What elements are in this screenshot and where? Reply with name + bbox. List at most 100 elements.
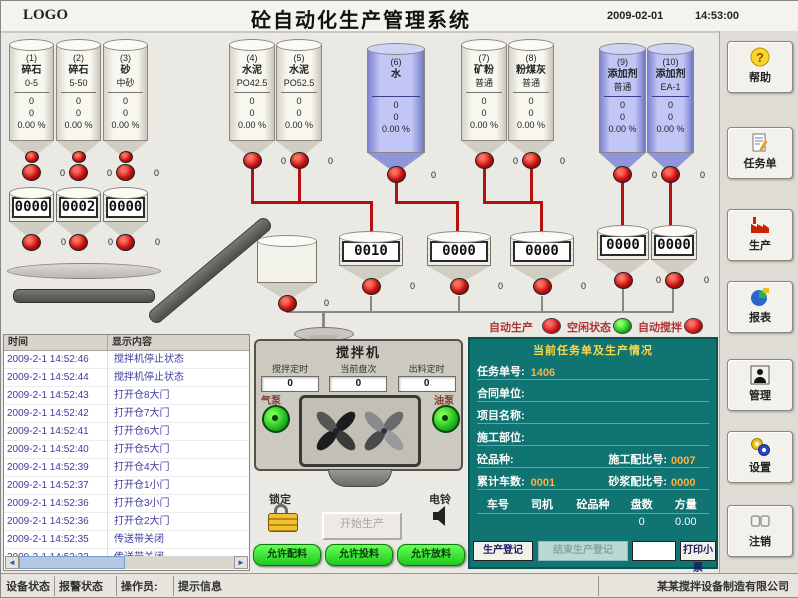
silo-value: 0 (277, 95, 321, 107)
valve-indicator (665, 272, 684, 289)
silo-material: 水 (368, 68, 424, 81)
valve-indicator (362, 278, 381, 295)
silo-3: (3) 砂 中砂 0 0 0.00 % 0 (103, 39, 148, 181)
valve-count: 0 (155, 237, 160, 247)
log-row[interactable]: 2009-2-1 14:52:44搅拌机停止状态 (4, 369, 249, 387)
settings-button[interactable]: 设置 (727, 431, 793, 483)
print-ticket-button[interactable]: 打印小票 (680, 541, 716, 561)
allow-discharge-button[interactable]: 允许放料 (397, 544, 465, 566)
batch-count-value[interactable]: 0 (329, 376, 387, 392)
hopper-top (651, 225, 697, 237)
log-message: 搅拌机停止状态 (108, 351, 249, 368)
silo-percent: 0.00 % (104, 119, 147, 131)
silo-value: 0 (57, 95, 100, 107)
logout-icon (748, 509, 772, 533)
discharge-timer-value[interactable]: 0 (398, 376, 456, 392)
log-message: 打开仓3小门 (108, 495, 249, 512)
silo-top (647, 43, 694, 55)
horizontal-scrollbar[interactable]: ◄ ► (5, 556, 248, 569)
logout-button[interactable]: 注销 (727, 505, 793, 557)
silo-4: (4) 水泥 PO42.5 0 0 0.00 % 0 (229, 39, 275, 169)
log-row[interactable]: 2009-2-1 14:52:36打开仓3小门 (4, 495, 249, 513)
log-header-content: 显示内容 (108, 335, 249, 350)
left-propeller (313, 408, 358, 453)
scrollbar-thumb[interactable] (19, 556, 125, 569)
end-production-register-button[interactable]: 结束生产登记 (538, 541, 628, 561)
right-propeller (361, 408, 406, 453)
log-row[interactable]: 2009-2-1 14:52:42打开仓7大门 (4, 405, 249, 423)
silo-value: 0 (600, 99, 645, 111)
date-display: 2009-02-01 (607, 10, 663, 22)
silo-value: 0 (600, 111, 645, 123)
log-row[interactable]: 2009-2-1 14:52:40打开仓5大门 (4, 441, 249, 459)
start-production-button[interactable]: 开始生产 (322, 512, 402, 540)
log-row[interactable]: 2009-2-1 14:52:35传送带关闭 (4, 531, 249, 549)
time-display: 14:53:00 (695, 10, 739, 22)
silo-material: 碎石 (57, 64, 100, 77)
help-button[interactable]: ? 帮助 (727, 41, 793, 93)
silo-number: (8) (509, 53, 553, 64)
silo-value: 0 (104, 95, 147, 107)
pipe (530, 166, 533, 203)
valve-indicator (533, 278, 552, 295)
silo-value: 0 (648, 99, 693, 111)
log-row[interactable]: 2009-2-1 14:52:41打开仓6大门 (4, 423, 249, 441)
valve-count: 0 (328, 156, 333, 166)
scrollbar-track[interactable] (125, 556, 234, 569)
divider (598, 576, 599, 596)
hopper-top (597, 225, 649, 237)
hopper-top (510, 231, 574, 243)
silo-body: (2) 碎石 5-50 0 0 0.00 % (56, 45, 101, 141)
mix-timer-value[interactable]: 0 (261, 376, 319, 392)
log-time: 2009-2-1 14:52:36 (4, 513, 108, 530)
register-input-field[interactable] (632, 541, 676, 561)
report-button[interactable]: 报表 (727, 281, 793, 333)
additive-scale-2: 0000 0 (651, 225, 697, 289)
silo-material: 粉煤灰 (509, 64, 553, 77)
log-row[interactable]: 2009-2-1 14:52:46搅拌机停止状态 (4, 351, 249, 369)
tip-message-label: 提示信息 (178, 578, 222, 594)
silo-number: (9) (600, 57, 645, 68)
divider (281, 92, 317, 93)
scroll-right-arrow[interactable]: ► (234, 556, 248, 569)
lock-icon[interactable] (267, 504, 297, 532)
silo-spec: PO42.5 (230, 77, 274, 89)
log-row[interactable]: 2009-2-1 14:52:37打开仓1小门 (4, 477, 249, 495)
valve-count: 0 (704, 275, 709, 285)
silo-body: (7) 矿粉 普通 0 0 0.00 % (461, 45, 507, 141)
valve-indicator (387, 166, 406, 183)
log-row[interactable]: 2009-2-1 14:52:39打开仓4大门 (4, 459, 249, 477)
log-time: 2009-2-1 14:52:39 (4, 459, 108, 476)
task-list-button[interactable]: 任务单 (727, 127, 793, 179)
batch-count-label: 当前盘次 (324, 362, 392, 375)
valve-count: 0 (560, 156, 565, 166)
allow-batching-button[interactable]: 允许配料 (253, 544, 321, 566)
manage-button[interactable]: 管理 (727, 359, 793, 411)
pipe (322, 313, 325, 328)
silo-value: 0 (462, 107, 506, 119)
production-label: 生产 (728, 237, 792, 253)
silo-value: 0 (509, 95, 553, 107)
silo-percent: 0.00 % (462, 119, 506, 131)
log-header-time: 时间 (4, 335, 108, 350)
allow-feeding-button[interactable]: 允许投料 (325, 544, 393, 566)
valve-count: 0 (498, 281, 503, 291)
concrete-type-row: 砼品种: 施工配比号: 0007 (477, 446, 709, 468)
valve-indicator (613, 166, 632, 183)
silo-top (56, 39, 101, 51)
log-row[interactable]: 2009-2-1 14:52:36打开仓2大门 (4, 513, 249, 531)
discharge-timer-label: 出料定时 (393, 362, 461, 375)
production-register-button[interactable]: 生产登记 (473, 541, 533, 561)
silo-spec: 普通 (600, 81, 645, 93)
production-button[interactable]: 生产 (727, 209, 793, 261)
field-value: 0001 (531, 477, 601, 489)
silo-value: 0 (230, 95, 274, 107)
hopper-body (257, 241, 317, 283)
valve-indicator (450, 278, 469, 295)
bell-speaker-icon[interactable] (431, 504, 453, 528)
scroll-left-arrow[interactable]: ◄ (5, 556, 19, 569)
small-valve-indicator (119, 151, 133, 163)
silo-number: (4) (230, 53, 274, 64)
cell-driver (519, 516, 565, 531)
log-row[interactable]: 2009-2-1 14:52:43打开仓8大门 (4, 387, 249, 405)
